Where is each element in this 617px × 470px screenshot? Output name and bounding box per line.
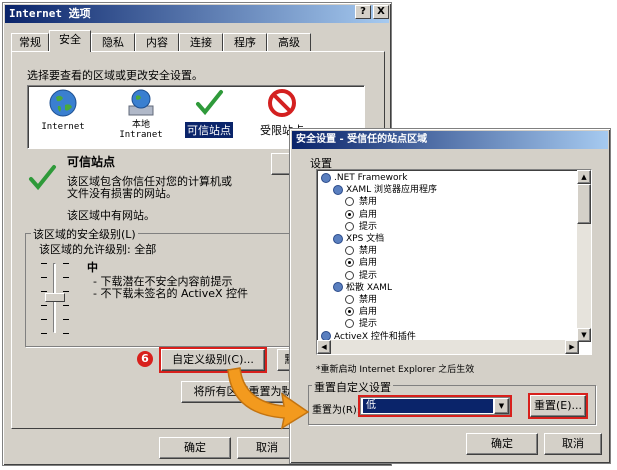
tab-programs[interactable]: 程序 — [223, 33, 267, 51]
settings-gear-icon — [321, 172, 331, 183]
help-button[interactable]: ? — [355, 5, 371, 19]
setting-label: 禁用 — [359, 197, 378, 208]
setting-option[interactable]: 启用 — [345, 306, 377, 318]
tab-general[interactable]: 常规 — [11, 33, 49, 51]
zone-internet[interactable]: Internet — [34, 88, 92, 146]
zone-local-intranet[interactable]: 本地 Intranet — [112, 88, 170, 148]
setting-label: 提示 — [359, 319, 378, 330]
scroll-thumb[interactable] — [577, 184, 591, 224]
settings-gear-icon — [333, 184, 343, 195]
setting-label: XAML 浏览器应用程序 — [346, 185, 437, 196]
setting-label: 禁用 — [359, 246, 378, 257]
setting-label: 提示 — [359, 270, 378, 281]
intranet-icon — [128, 89, 154, 116]
setting-group: XAML 浏览器应用程序 — [333, 184, 437, 196]
dropdown-arrow-icon[interactable]: ▼ — [494, 398, 509, 414]
checkmark-icon — [196, 90, 223, 116]
tab-content[interactable]: 内容 — [135, 33, 179, 51]
radio-selected-icon[interactable] — [345, 209, 354, 219]
zone-sites-note: 该区域中有网站。 — [67, 209, 155, 222]
tab-privacy[interactable]: 隐私 — [91, 33, 135, 51]
step-badge: 6 — [137, 351, 153, 367]
setting-group: 松散 XAML — [333, 282, 392, 294]
trusted-check-icon — [29, 165, 56, 191]
security-settings-dialog: 安全设置 - 受信任的站点区域 设置 .NET Framework XAML 浏览… — [289, 128, 611, 464]
setting-option[interactable]: 提示 — [345, 318, 377, 330]
scroll-up-button[interactable]: ▲ — [577, 170, 591, 184]
zone-label-selected: 可信站点 — [185, 122, 233, 138]
radio-icon[interactable] — [345, 295, 354, 304]
close-button[interactable]: X — [373, 5, 389, 19]
restricted-icon — [268, 89, 296, 117]
radio-icon[interactable] — [345, 246, 354, 256]
globe-icon — [49, 89, 77, 117]
tab-advanced[interactable]: 高级 — [267, 33, 311, 51]
security-level-label: 该区域的安全级别(L) — [31, 226, 138, 242]
dialog-title: Internet 选项 — [5, 5, 389, 23]
zone-prompt: 选择要查看的区域或更改安全设置。 — [27, 69, 203, 82]
settings-gear-icon — [333, 233, 343, 244]
setting-label: 启用 — [359, 307, 378, 318]
ok-button[interactable]: 确定 — [159, 437, 231, 459]
radio-icon[interactable] — [345, 270, 354, 280]
radio-icon[interactable] — [345, 221, 354, 231]
scroll-right-button[interactable]: ▶ — [565, 340, 579, 354]
setting-label: 禁用 — [359, 295, 378, 305]
reset-custom-label: 重置自定义设置 — [312, 379, 393, 395]
setting-label: XPS 文档 — [346, 234, 385, 244]
setting-group: XPS 文档 — [333, 233, 384, 245]
restart-note: *重新启动 Internet Explorer 之后生效 — [316, 365, 475, 375]
reset-level-value: 低 — [363, 399, 493, 413]
settings-gear-icon — [333, 282, 343, 293]
scroll-left-button[interactable]: ◀ — [317, 340, 331, 354]
cancel-button[interactable]: 取消 — [237, 437, 297, 459]
horizontal-scrollbar[interactable]: ◀ ▶ — [317, 340, 579, 354]
level-bullet: - 不下载未签名的 ActiveX 控件 — [93, 287, 249, 300]
setting-option[interactable]: 禁用 — [345, 245, 377, 257]
arrow-annotation-icon — [227, 367, 310, 430]
zone-title: 可信站点 — [67, 155, 116, 169]
ok-button[interactable]: 确定 — [466, 433, 538, 455]
setting-option[interactable]: 提示 — [345, 270, 377, 282]
setting-option[interactable]: 禁用 — [345, 196, 377, 208]
allowed-level-text: 该区域的允许级别: 全部 — [39, 243, 157, 256]
radio-icon[interactable] — [345, 197, 354, 207]
radio-selected-icon[interactable] — [345, 307, 354, 317]
setting-group: .NET Framework — [321, 172, 407, 184]
security-level-slider[interactable] — [35, 261, 75, 337]
tab-connections[interactable]: 连接 — [179, 33, 223, 51]
zone-label: Internet — [41, 122, 85, 132]
vertical-scrollbar[interactable]: ▲ ▼ — [577, 170, 591, 342]
setting-label: .NET Framework — [334, 173, 408, 183]
setting-option[interactable]: 启用 — [345, 257, 377, 269]
reset-button[interactable]: 重置(E)... — [528, 393, 588, 419]
setting-option[interactable]: 启用 — [345, 209, 377, 221]
setting-label: 松散 XAML — [346, 282, 392, 293]
tab-security[interactable]: 安全 — [49, 30, 91, 52]
setting-label: 启用 — [359, 258, 378, 269]
setting-option[interactable]: 禁用 — [345, 294, 377, 306]
zone-label: 本地 — [131, 120, 150, 130]
setting-label: 提示 — [359, 221, 378, 232]
reset-level-select[interactable]: 低 ▼ — [358, 395, 512, 417]
settings-tree[interactable]: .NET Framework XAML 浏览器应用程序 禁用 启用 提示 XPS 文档 禁用… — [316, 169, 592, 355]
zone-trusted-sites[interactable]: 可信站点 — [180, 88, 238, 146]
dialog-title: 安全设置 - 受信任的站点区域 — [292, 131, 608, 149]
scroll-down-button[interactable]: ▼ — [577, 328, 591, 342]
zone-description: 文件没有损害的网站。 — [67, 187, 177, 200]
cancel-button[interactable]: 取消 — [544, 433, 602, 455]
zone-label-line2: Intranet — [119, 130, 163, 140]
tree-items: .NET Framework XAML 浏览器应用程序 禁用 启用 提示 XPS 文档 禁用… — [321, 172, 573, 342]
setting-option[interactable]: 提示 — [345, 221, 377, 233]
slider-thumb[interactable] — [45, 293, 65, 302]
setting-label: 启用 — [359, 209, 378, 220]
radio-selected-icon[interactable] — [345, 258, 354, 268]
radio-icon[interactable] — [345, 319, 354, 329]
